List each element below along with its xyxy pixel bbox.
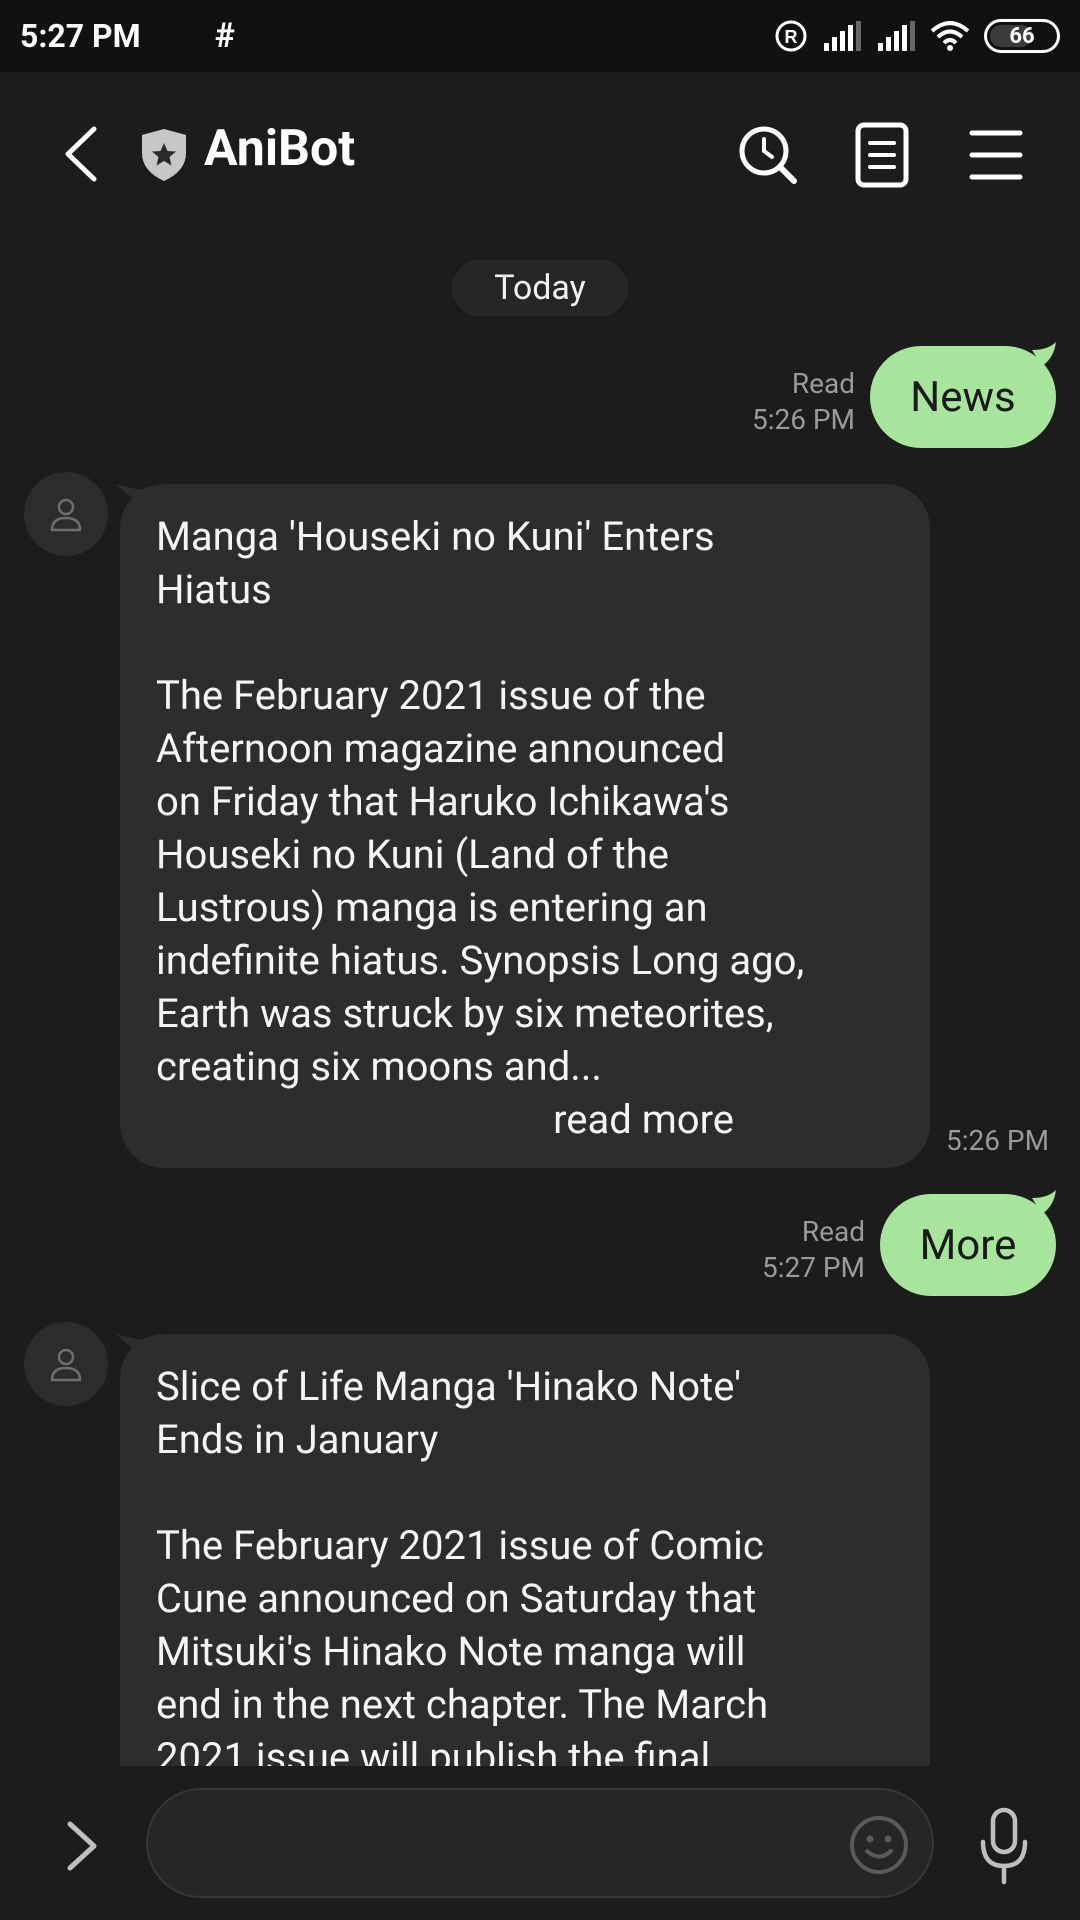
hamburger-menu-icon[interactable] xyxy=(958,117,1034,193)
message-body-line: Earth was struck by six meteorites, xyxy=(156,990,774,1037)
message-body-line: Houseki no Kuni (Land of the xyxy=(156,831,669,878)
read-status: Read xyxy=(801,1215,865,1248)
message-title-line: Ends in January xyxy=(156,1416,439,1463)
message-input[interactable] xyxy=(146,1788,934,1898)
message-input-bar xyxy=(0,1766,1080,1920)
bubble-tail xyxy=(1032,342,1056,366)
message-body-line: Lustrous) manga is entering an xyxy=(156,884,708,931)
status-time: 5:27 PM xyxy=(20,17,141,55)
chat-screen: 5:27 PM # R 66 AniBot Today Read 5:26 PM… xyxy=(0,0,1080,1920)
message-body-line: The February 2021 issue of Comic xyxy=(156,1522,764,1569)
message-body-line: Mitsuki's Hinako Note manga will xyxy=(156,1628,746,1675)
battery-indicator: 66 xyxy=(984,19,1060,53)
message-body-line: Cune announced on Saturday that xyxy=(156,1575,757,1622)
notes-icon[interactable] xyxy=(844,117,920,193)
status-icons: R 66 xyxy=(774,19,1060,53)
person-icon xyxy=(50,1348,82,1382)
message-time: 5:26 PM xyxy=(751,403,855,436)
search-icon[interactable] xyxy=(730,117,806,193)
message-body-line: indefinite hiatus. Synopsis Long ago, xyxy=(156,937,805,984)
message-time: 5:27 PM xyxy=(761,1251,865,1284)
back-chevron-icon[interactable] xyxy=(52,119,112,189)
message-meta: Read 5:26 PM xyxy=(690,366,855,438)
emoji-icon[interactable] xyxy=(848,1814,910,1876)
status-hash: # xyxy=(214,16,235,56)
chevron-right-icon[interactable] xyxy=(56,1816,106,1876)
message-time: 5:26 PM xyxy=(946,1124,1050,1157)
message-title-line: Hiatus xyxy=(156,566,272,613)
message-meta: Read 5:27 PM xyxy=(700,1214,865,1286)
message-title-line: Slice of Life Manga 'Hinako Note' xyxy=(156,1363,742,1410)
wifi-icon xyxy=(930,21,970,51)
status-bar: 5:27 PM # R 66 xyxy=(0,0,1080,72)
registered-icon: R xyxy=(775,20,807,52)
shield-star-icon xyxy=(142,129,186,181)
message-body-line: The February 2021 issue of the xyxy=(156,672,706,719)
message-body-line: Afternoon magazine announced xyxy=(156,725,726,772)
outgoing-message[interactable]: News xyxy=(870,346,1056,448)
message-body-line: creating six moons and... xyxy=(156,1043,602,1090)
chat-header: AniBot xyxy=(0,72,1080,236)
message-body-line: on Friday that Haruko Ichikawa's xyxy=(156,778,730,825)
read-more-link[interactable]: read more xyxy=(156,1093,894,1146)
message-body-line: end in the next chapter. The March xyxy=(156,1681,769,1728)
signal-icon-2 xyxy=(878,21,915,51)
incoming-message[interactable]: Manga 'Houseki no Kuni' Enters Hiatus Th… xyxy=(120,484,930,1168)
bubble-tail xyxy=(1032,1190,1056,1214)
battery-level: 66 xyxy=(1009,23,1035,49)
chat-title: AniBot xyxy=(204,120,356,178)
avatar[interactable] xyxy=(24,1322,108,1406)
signal-icon xyxy=(824,21,861,51)
person-icon xyxy=(50,498,82,532)
message-title-line: Manga 'Houseki no Kuni' Enters xyxy=(156,513,715,560)
read-status: Read xyxy=(791,367,855,400)
avatar[interactable] xyxy=(24,472,108,556)
svg-text:R: R xyxy=(785,27,798,47)
date-separator: Today xyxy=(452,260,628,316)
outgoing-message[interactable]: More xyxy=(880,1194,1056,1296)
microphone-icon[interactable] xyxy=(976,1806,1032,1886)
